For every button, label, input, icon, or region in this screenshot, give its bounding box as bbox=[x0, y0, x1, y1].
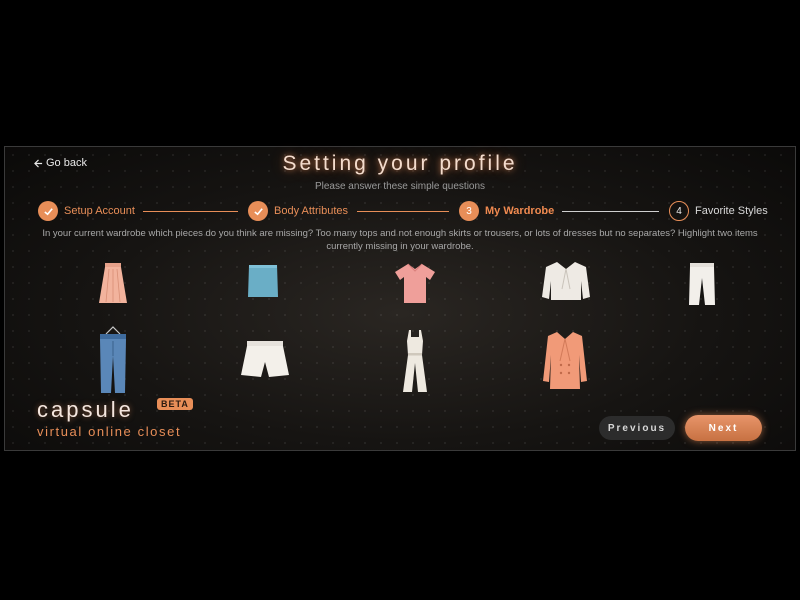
brand-logo: capsule bbox=[37, 397, 134, 422]
white-jumpsuit-icon bbox=[403, 330, 427, 392]
step-complete-badge bbox=[248, 201, 268, 221]
step-connector bbox=[143, 211, 238, 212]
wardrobe-item-blazer[interactable] bbox=[541, 261, 591, 306]
white-shorts-icon bbox=[241, 341, 289, 377]
previous-button[interactable]: Previous bbox=[599, 416, 675, 440]
next-button[interactable]: Next bbox=[685, 415, 762, 441]
step-my-wardrobe[interactable]: 3 My Wardrobe bbox=[459, 201, 554, 221]
step-connector bbox=[562, 211, 659, 212]
pink-skirt-icon bbox=[99, 263, 127, 303]
step-complete-badge bbox=[38, 201, 58, 221]
page-subtitle: Please answer these simple questions bbox=[314, 181, 486, 192]
step-label: Setup Account bbox=[64, 205, 135, 217]
white-blazer-icon bbox=[542, 262, 590, 300]
step-favorite-styles[interactable]: 4 Favorite Styles bbox=[669, 201, 768, 221]
blue-crop-top-icon bbox=[248, 265, 278, 297]
wardrobe-item-shorts[interactable] bbox=[240, 340, 290, 383]
step-number-badge: 4 bbox=[669, 201, 689, 221]
wardrobe-item-coat[interactable] bbox=[542, 331, 588, 396]
wardrobe-item-skirt[interactable] bbox=[97, 262, 129, 309]
step-label: Body Attributes bbox=[274, 205, 348, 217]
pink-coat-icon bbox=[543, 332, 587, 389]
page-title: Setting your profile bbox=[282, 152, 518, 175]
brand-tagline: virtual online closet bbox=[37, 424, 182, 439]
wardrobe-item-tshirt[interactable] bbox=[394, 262, 436, 309]
checkmark-icon bbox=[253, 207, 263, 215]
step-body-attributes[interactable]: Body Attributes bbox=[248, 201, 348, 221]
beta-badge: BETA bbox=[157, 398, 193, 410]
wardrobe-item-trousers[interactable] bbox=[687, 262, 717, 311]
checkmark-icon bbox=[43, 207, 53, 215]
white-trousers-icon bbox=[689, 263, 715, 305]
step-label: My Wardrobe bbox=[485, 205, 555, 217]
blue-jeans-icon bbox=[100, 326, 126, 393]
wardrobe-question: In your current wardrobe which pieces do… bbox=[42, 228, 758, 252]
step-connector bbox=[357, 211, 449, 212]
wardrobe-item-crop-top[interactable] bbox=[246, 263, 280, 304]
step-label: Favorite Styles bbox=[695, 205, 768, 217]
wardrobe-item-jeans[interactable] bbox=[97, 326, 129, 399]
pink-tshirt-icon bbox=[395, 263, 435, 303]
wardrobe-item-jumpsuit[interactable] bbox=[401, 329, 429, 398]
step-setup-account[interactable]: Setup Account bbox=[38, 201, 135, 221]
step-number-badge: 3 bbox=[459, 201, 479, 221]
